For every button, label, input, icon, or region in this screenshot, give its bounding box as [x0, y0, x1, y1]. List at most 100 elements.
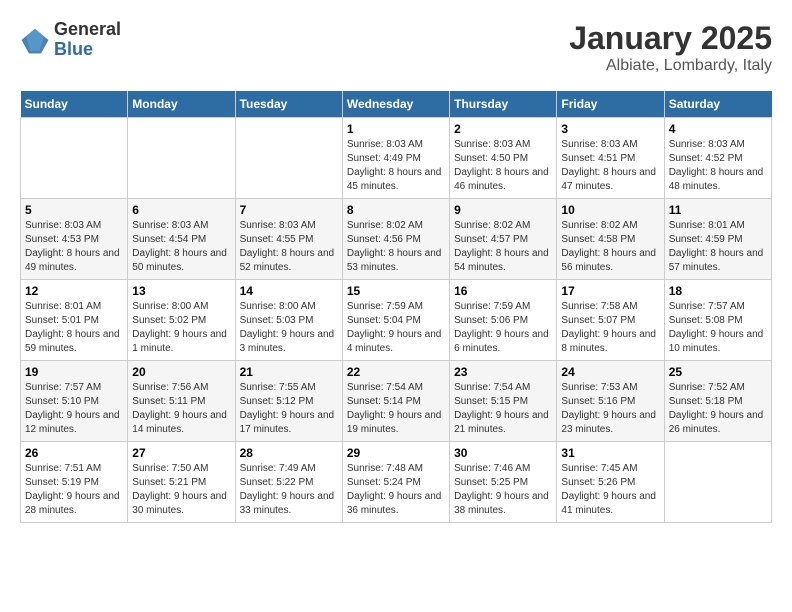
calendar-week-row: 26 Sunrise: 7:51 AMSunset: 5:19 PMDayligh… [21, 442, 772, 523]
weekday-header: Friday [557, 91, 664, 118]
day-number: 17 [561, 284, 659, 298]
day-info: Sunrise: 7:51 AMSunset: 5:19 PMDaylight:… [25, 462, 123, 518]
logo-blue-text: Blue [54, 40, 121, 60]
calendar-cell: 14 Sunrise: 8:00 AMSunset: 5:03 PMDayligh… [235, 280, 342, 361]
calendar-cell: 15Sunrise: 7:59 AMSunset: 5:04 PMDayligh… [342, 280, 449, 361]
calendar-cell: 28 Sunrise: 7:49 AMSunset: 5:22 PMDayligh… [235, 442, 342, 523]
day-info: Sunrise: 7:56 AMSunset: 5:11 PMDaylight:… [132, 381, 230, 437]
calendar-cell: 7 Sunrise: 8:03 AMSunset: 4:55 PMDaylight… [235, 199, 342, 280]
day-info: Sunrise: 7:54 AMSunset: 5:14 PMDaylight:… [347, 381, 445, 437]
logo-icon [20, 25, 50, 55]
day-info: Sunrise: 8:03 AMSunset: 4:50 PMDaylight:… [454, 138, 552, 194]
day-number: 16 [454, 284, 552, 298]
calendar-cell: 17 Sunrise: 7:58 AMSunset: 5:07 PMDayligh… [557, 280, 664, 361]
calendar-cell: 20 Sunrise: 7:56 AMSunset: 5:11 PMDayligh… [128, 361, 235, 442]
calendar-cell: 27Sunrise: 7:50 AMSunset: 5:21 PMDayligh… [128, 442, 235, 523]
day-info: Sunrise: 7:45 AMSunset: 5:26 PMDaylight:… [561, 462, 659, 518]
calendar-week-row: 19 Sunrise: 7:57 AMSunset: 5:10 PMDayligh… [21, 361, 772, 442]
day-info: Sunrise: 8:03 AMSunset: 4:52 PMDaylight:… [669, 138, 767, 194]
calendar-cell: 23 Sunrise: 7:54 AMSunset: 5:15 PMDayligh… [450, 361, 557, 442]
day-number: 7 [240, 203, 338, 217]
day-number: 18 [669, 284, 767, 298]
day-info: Sunrise: 8:03 AMSunset: 4:51 PMDaylight:… [561, 138, 659, 194]
calendar-cell: 1 Sunrise: 8:03 AMSunset: 4:49 PMDaylight… [342, 118, 449, 199]
calendar-cell: 6 Sunrise: 8:03 AMSunset: 4:54 PMDaylight… [128, 199, 235, 280]
calendar-cell: 4 Sunrise: 8:03 AMSunset: 4:52 PMDaylight… [664, 118, 771, 199]
page-header: General Blue January 2025 Albiate, Lomba… [20, 20, 772, 75]
day-info: Sunrise: 8:01 AMSunset: 5:01 PMDaylight:… [25, 300, 123, 356]
day-number: 2 [454, 122, 552, 136]
day-number: 1 [347, 122, 445, 136]
calendar-cell: 26 Sunrise: 7:51 AMSunset: 5:19 PMDayligh… [21, 442, 128, 523]
day-number: 30 [454, 446, 552, 460]
calendar-cell: 8Sunrise: 8:02 AMSunset: 4:56 PMDaylight… [342, 199, 449, 280]
day-info: Sunrise: 7:48 AMSunset: 5:24 PMDaylight:… [347, 462, 445, 518]
calendar-cell: 21 Sunrise: 7:55 AMSunset: 5:12 PMDayligh… [235, 361, 342, 442]
day-number: 21 [240, 365, 338, 379]
calendar-cell: 31Sunrise: 7:45 AMSunset: 5:26 PMDayligh… [557, 442, 664, 523]
day-number: 12 [25, 284, 123, 298]
day-info: Sunrise: 8:03 AMSunset: 4:49 PMDaylight:… [347, 138, 445, 194]
day-number: 14 [240, 284, 338, 298]
day-info: Sunrise: 7:59 AMSunset: 5:04 PMDaylight:… [347, 300, 445, 356]
location: Albiate, Lombardy, Italy [569, 57, 772, 75]
calendar-cell: 24Sunrise: 7:53 AMSunset: 5:16 PMDayligh… [557, 361, 664, 442]
calendar-cell: 5Sunrise: 8:03 AMSunset: 4:53 PMDaylight… [21, 199, 128, 280]
day-number: 28 [240, 446, 338, 460]
day-info: Sunrise: 8:03 AMSunset: 4:54 PMDaylight:… [132, 219, 230, 275]
month-title: January 2025 [569, 20, 772, 57]
day-number: 6 [132, 203, 230, 217]
day-info: Sunrise: 7:52 AMSunset: 5:18 PMDaylight:… [669, 381, 767, 437]
logo-general-text: General [54, 20, 121, 40]
logo: General Blue [20, 20, 121, 60]
calendar-week-row: 5Sunrise: 8:03 AMSunset: 4:53 PMDaylight… [21, 199, 772, 280]
calendar-week-row: 12 Sunrise: 8:01 AMSunset: 5:01 PMDayligh… [21, 280, 772, 361]
day-info: Sunrise: 7:58 AMSunset: 5:07 PMDaylight:… [561, 300, 659, 356]
calendar-cell: 18 Sunrise: 7:57 AMSunset: 5:08 PMDayligh… [664, 280, 771, 361]
day-info: Sunrise: 7:53 AMSunset: 5:16 PMDaylight:… [561, 381, 659, 437]
day-info: Sunrise: 8:00 AMSunset: 5:03 PMDaylight:… [240, 300, 338, 356]
day-number: 13 [132, 284, 230, 298]
day-number: 4 [669, 122, 767, 136]
calendar-week-row: 1 Sunrise: 8:03 AMSunset: 4:49 PMDaylight… [21, 118, 772, 199]
day-number: 10 [561, 203, 659, 217]
day-number: 26 [25, 446, 123, 460]
calendar-cell: 22 Sunrise: 7:54 AMSunset: 5:14 PMDayligh… [342, 361, 449, 442]
calendar-cell [664, 442, 771, 523]
day-number: 8 [347, 203, 445, 217]
day-number: 11 [669, 203, 767, 217]
day-info: Sunrise: 7:57 AMSunset: 5:10 PMDaylight:… [25, 381, 123, 437]
day-info: Sunrise: 7:54 AMSunset: 5:15 PMDaylight:… [454, 381, 552, 437]
calendar-cell: 29Sunrise: 7:48 AMSunset: 5:24 PMDayligh… [342, 442, 449, 523]
calendar-cell: 10 Sunrise: 8:02 AMSunset: 4:58 PMDayligh… [557, 199, 664, 280]
day-info: Sunrise: 7:49 AMSunset: 5:22 PMDaylight:… [240, 462, 338, 518]
weekday-header: Tuesday [235, 91, 342, 118]
calendar-cell: 25 Sunrise: 7:52 AMSunset: 5:18 PMDayligh… [664, 361, 771, 442]
logo-text: General Blue [54, 20, 121, 60]
day-info: Sunrise: 7:57 AMSunset: 5:08 PMDaylight:… [669, 300, 767, 356]
day-number: 22 [347, 365, 445, 379]
day-number: 27 [132, 446, 230, 460]
day-info: Sunrise: 8:02 AMSunset: 4:58 PMDaylight:… [561, 219, 659, 275]
calendar-cell: 2 Sunrise: 8:03 AMSunset: 4:50 PMDaylight… [450, 118, 557, 199]
weekday-header: Saturday [664, 91, 771, 118]
day-number: 20 [132, 365, 230, 379]
day-number: 25 [669, 365, 767, 379]
calendar-cell [128, 118, 235, 199]
weekday-header: Sunday [21, 91, 128, 118]
calendar-cell: 30 Sunrise: 7:46 AMSunset: 5:25 PMDayligh… [450, 442, 557, 523]
day-number: 23 [454, 365, 552, 379]
weekday-header: Monday [128, 91, 235, 118]
day-info: Sunrise: 8:03 AMSunset: 4:55 PMDaylight:… [240, 219, 338, 275]
day-info: Sunrise: 7:55 AMSunset: 5:12 PMDaylight:… [240, 381, 338, 437]
day-info: Sunrise: 8:03 AMSunset: 4:53 PMDaylight:… [25, 219, 123, 275]
day-number: 9 [454, 203, 552, 217]
calendar-table: SundayMondayTuesdayWednesdayThursdayFrid… [20, 91, 772, 523]
day-info: Sunrise: 8:01 AMSunset: 4:59 PMDaylight:… [669, 219, 767, 275]
day-info: Sunrise: 7:59 AMSunset: 5:06 PMDaylight:… [454, 300, 552, 356]
day-info: Sunrise: 7:46 AMSunset: 5:25 PMDaylight:… [454, 462, 552, 518]
day-info: Sunrise: 8:02 AMSunset: 4:57 PMDaylight:… [454, 219, 552, 275]
calendar-cell: 13Sunrise: 8:00 AMSunset: 5:02 PMDayligh… [128, 280, 235, 361]
calendar-cell [21, 118, 128, 199]
day-number: 19 [25, 365, 123, 379]
